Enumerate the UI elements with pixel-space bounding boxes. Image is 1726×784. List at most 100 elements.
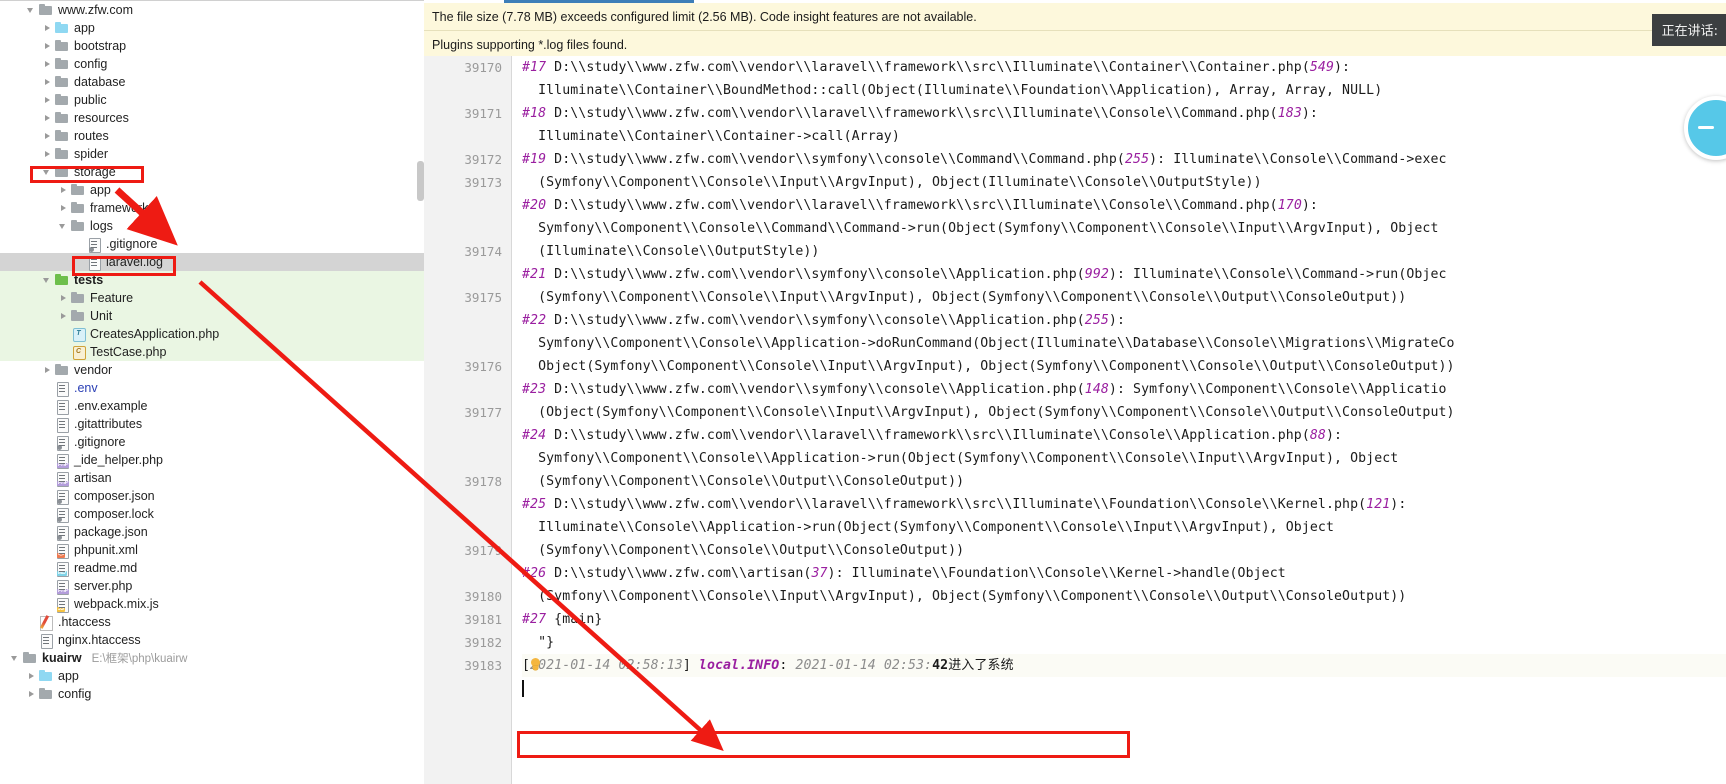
tree-item-server-php[interactable]: PHP server.php <box>0 577 424 595</box>
tree-item-logs[interactable]: logs <box>0 217 424 235</box>
stacktrace-continuation-line: (Object(Symfony\\Component\\Console\\Inp… <box>522 405 1455 420</box>
chevron-right-icon[interactable] <box>42 361 54 379</box>
stacktrace-frame-line: #23 D:\\study\\www.zfw.com\\vendor\\symf… <box>522 382 1447 397</box>
tree-item-htaccess[interactable]: .htaccess <box>0 613 424 631</box>
stacktrace-continuation-line: Illuminate\\Container\\Container->call(A… <box>522 129 900 144</box>
tree-item-resources[interactable]: resources <box>0 109 424 127</box>
tree-item-storage[interactable]: storage <box>0 163 424 181</box>
tree-item-label: vendor <box>74 363 113 377</box>
intention-bulb-icon[interactable] <box>530 658 541 671</box>
code-content[interactable]: #17 D:\\study\\www.zfw.com\\vendor\\lara… <box>512 56 1726 784</box>
tree-item-database[interactable]: database <box>0 73 424 91</box>
tree-item-tests[interactable]: tests <box>0 271 424 289</box>
line-number-value: 148 <box>1084 382 1109 397</box>
chevron-right-icon[interactable] <box>26 667 38 685</box>
file-icon <box>54 416 70 433</box>
tree-item-app[interactable]: app <box>0 667 424 685</box>
chevron-right-icon[interactable] <box>42 91 54 109</box>
tree-scrollbar-thumb[interactable] <box>417 161 424 201</box>
tree-item-env[interactable]: .env <box>0 379 424 397</box>
chevron-down-icon[interactable] <box>10 649 22 667</box>
tree-item-label: public <box>74 93 107 107</box>
active-tab-indicator[interactable] <box>504 0 694 3</box>
chevron-right-icon[interactable] <box>42 145 54 163</box>
tree-item-label: Feature <box>90 291 134 305</box>
tree-item-createsapplication-php[interactable]: T CreatesApplication.php <box>0 325 424 343</box>
tree-item-bootstrap[interactable]: bootstrap <box>0 37 424 55</box>
tree-item-ide-helper-php[interactable]: PHP _ide_helper.php <box>0 451 424 469</box>
tree-item-unit[interactable]: Unit <box>0 307 424 325</box>
chevron-right-icon[interactable] <box>26 685 38 703</box>
gutter-line-number: 39181 <box>464 612 502 627</box>
tree-item-framework[interactable]: framework <box>0 199 424 217</box>
tree-item-gitignore[interactable]: .gitignore <box>0 235 424 253</box>
tree-item-gitignore[interactable]: .gitignore <box>0 433 424 451</box>
tree-item-app[interactable]: app <box>0 19 424 37</box>
tree-item-path: E:\框架\php\kuairw <box>91 653 188 665</box>
php-trait-icon: T <box>70 326 86 342</box>
project-tree-list[interactable]: www.zfw.com app bootstrap config database pub… <box>0 1 424 703</box>
tree-item-testcase-php[interactable]: C TestCase.php <box>0 343 424 361</box>
tree-item-gitattributes[interactable]: .gitattributes <box>0 415 424 433</box>
chevron-down-icon[interactable] <box>26 1 38 19</box>
tree-item-public[interactable]: public <box>0 91 424 109</box>
notification-plugins[interactable]: Plugins supporting *.log files found. <box>424 31 1726 59</box>
folder-icon <box>54 362 70 378</box>
chevron-right-icon[interactable] <box>58 181 70 199</box>
tree-item-laravel-log[interactable]: laravel.log <box>0 253 424 271</box>
tree-item-phpunit-xml[interactable]: <> phpunit.xml <box>0 541 424 559</box>
chevron-right-icon[interactable] <box>42 127 54 145</box>
tree-item-config[interactable]: config <box>0 55 424 73</box>
tree-item-readme-md[interactable]: MD readme.md <box>0 559 424 577</box>
file-icon <box>38 632 54 649</box>
frame-index: #17 <box>522 60 547 75</box>
tree-item-webpack-mix-js[interactable]: JS webpack.mix.js <box>0 595 424 613</box>
tree-item-config[interactable]: config <box>0 685 424 703</box>
tree-item-artisan[interactable]: PHP artisan <box>0 469 424 487</box>
tree-item-spider[interactable]: spider <box>0 145 424 163</box>
tree-item-label: config <box>74 57 108 71</box>
chevron-right-icon[interactable] <box>42 55 54 73</box>
tree-item-www-zfw-com[interactable]: www.zfw.com <box>0 1 424 19</box>
tree-item-routes[interactable]: routes <box>0 127 424 145</box>
chevron-right-icon[interactable] <box>42 37 54 55</box>
chevron-right-icon[interactable] <box>42 73 54 91</box>
folder-icon <box>70 218 86 234</box>
folder-icon <box>54 110 70 126</box>
tree-item-env-example[interactable]: .env.example <box>0 397 424 415</box>
chevron-down-icon[interactable] <box>58 217 70 235</box>
chevron-down-icon[interactable] <box>42 271 54 289</box>
chevron-right-icon[interactable] <box>58 307 70 325</box>
tree-item-label: composer.json <box>74 489 155 503</box>
tree-item-package-json[interactable]: package.json <box>0 523 424 541</box>
chevron-down-icon[interactable] <box>42 163 54 181</box>
gutter-line-number: 39173 <box>464 175 502 190</box>
tree-item-feature[interactable]: Feature <box>0 289 424 307</box>
chevron-right-icon[interactable] <box>58 199 70 217</box>
tree-item-label: package.json <box>74 525 148 539</box>
chevron-right-icon[interactable] <box>42 19 54 37</box>
editor-tabstrip <box>424 0 1726 3</box>
tree-item-kuairw[interactable]: kuairw E:\框架\php\kuairw <box>0 649 424 667</box>
frame-index: #23 <box>522 382 547 397</box>
notification-file-size-text: The file size (7.78 MB) exceeds configur… <box>432 9 977 24</box>
tree-item-composer-lock[interactable]: composer.lock <box>0 505 424 523</box>
tree-item-vendor[interactable]: vendor <box>0 361 424 379</box>
tree-item-label: app <box>74 21 95 35</box>
project-tree-panel[interactable]: www.zfw.com app bootstrap config database pub… <box>0 0 424 784</box>
frame-index: #20 <box>522 198 547 213</box>
chevron-right-icon[interactable] <box>58 289 70 307</box>
tree-item-composer-json[interactable]: composer.json <box>0 487 424 505</box>
chevron-right-icon[interactable] <box>42 109 54 127</box>
folder-icon <box>70 200 86 216</box>
tree-item-nginx-htaccess[interactable]: nginx.htaccess <box>0 631 424 649</box>
stacktrace-continuation-line: Object(Symfony\\Component\\Console\\Inpu… <box>522 359 1455 374</box>
tree-item-app[interactable]: app <box>0 181 424 199</box>
stacktrace-frame-line: #25 D:\\study\\www.zfw.com\\vendor\\lara… <box>522 497 1407 512</box>
stacktrace-frame-line: #22 D:\\study\\www.zfw.com\\vendor\\symf… <box>522 313 1125 328</box>
code-viewer[interactable]: 39170 39171 39172 39173 39174 39175 39176 39177… <box>424 56 1726 784</box>
